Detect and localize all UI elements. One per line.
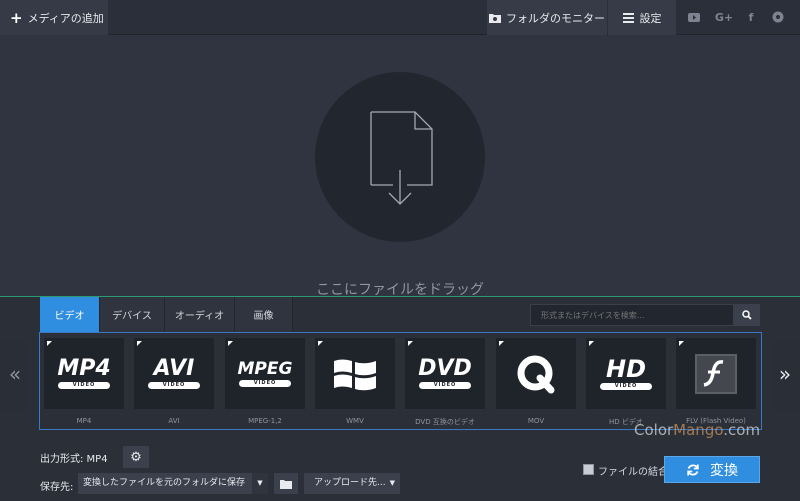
- drop-circle: [315, 72, 485, 242]
- output-format-label: 出力形式: MP4: [40, 454, 108, 465]
- folder-monitor-label: フォルダのモニター: [506, 11, 605, 25]
- file-drop-icon: [370, 111, 433, 205]
- chevron-down-icon: ▼: [389, 479, 395, 487]
- browse-folder-button[interactable]: [274, 473, 298, 494]
- output-settings-button[interactable]: ⚙: [123, 446, 149, 468]
- avi-logo: AVI VIDEO: [148, 358, 200, 389]
- tab-video-label: ビデオ: [54, 311, 85, 322]
- format-label: MOV: [527, 417, 545, 425]
- save-location-value: 変換したファイルを元のフォルダに保存: [83, 478, 246, 488]
- settings-label: 設定: [639, 11, 662, 25]
- chevron-down-icon: ▼: [252, 473, 268, 494]
- hd-logo: HD VIDEO: [600, 357, 652, 390]
- folder-monitor-button[interactable]: フォルダのモニター: [487, 0, 607, 35]
- windows-icon: [334, 359, 376, 390]
- folder-eye-icon: [489, 13, 501, 23]
- merge-files-label: ファイルの結合: [598, 467, 668, 478]
- format-tile-mpeg[interactable]: MPEG VIDEO: [225, 338, 305, 409]
- tab-images-label: 画像: [253, 311, 274, 322]
- flash-icon: [695, 353, 737, 394]
- format-tile-avi[interactable]: AVI VIDEO: [134, 338, 214, 409]
- format-label: MP4: [76, 417, 92, 425]
- format-label: AVI: [168, 417, 180, 425]
- convert-button[interactable]: 変換: [664, 456, 760, 483]
- format-tile-flv[interactable]: [676, 338, 756, 409]
- youtube-icon[interactable]: [686, 9, 702, 25]
- format-search-input[interactable]: [530, 304, 734, 326]
- vk-icon[interactable]: [770, 9, 786, 25]
- quicktime-icon: [517, 355, 555, 393]
- dvd-logo: DVD VIDEO: [418, 356, 472, 389]
- mpeg-logo: MPEG VIDEO: [237, 358, 293, 387]
- add-media-button[interactable]: + メディアの追加: [0, 0, 108, 35]
- scroll-right-button[interactable]: »: [770, 338, 800, 410]
- save-to-label: 保存先:: [40, 482, 74, 493]
- plus-icon: +: [10, 8, 23, 27]
- google-plus-icon[interactable]: G+: [714, 9, 734, 25]
- settings-button[interactable]: 設定: [608, 0, 676, 35]
- refresh-icon: [687, 464, 699, 475]
- scroll-left-button[interactable]: «: [0, 338, 30, 410]
- format-tile-mov[interactable]: [496, 338, 576, 409]
- search-icon: [742, 310, 752, 320]
- watermark: ColorMango.com: [634, 421, 761, 439]
- top-toolbar: + メディアの追加 フォルダのモニター 設定 G+ f: [0, 0, 800, 35]
- format-tile-wmv[interactable]: [315, 338, 395, 409]
- merge-files-checkbox[interactable]: [583, 464, 594, 475]
- format-label: WMV: [346, 417, 364, 425]
- upload-to-label: アップロード先...: [314, 478, 386, 488]
- drop-zone[interactable]: ここにファイルをドラッグ: [0, 36, 800, 298]
- convert-label: 変換: [710, 462, 738, 479]
- tab-video[interactable]: ビデオ: [40, 297, 100, 332]
- tab-audio-label: オーディオ: [174, 311, 225, 322]
- tab-images[interactable]: 画像: [235, 297, 293, 332]
- search-button[interactable]: [734, 304, 760, 326]
- mp4-logo: MP4 VIDEO: [57, 356, 111, 389]
- tab-devices-label: デバイス: [112, 311, 152, 322]
- gear-icon: ⚙: [130, 449, 142, 465]
- format-label: DVD 互換のビデオ: [415, 418, 475, 426]
- tab-audio[interactable]: オーディオ: [165, 297, 235, 332]
- upload-to-dropdown[interactable]: アップロード先... ▼: [304, 473, 400, 494]
- tab-devices[interactable]: デバイス: [100, 297, 165, 332]
- format-tile-mp4[interactable]: MP4 VIDEO: [44, 338, 124, 409]
- folder-icon: [280, 479, 292, 489]
- menu-icon: [622, 12, 634, 23]
- format-label: MPEG-1,2: [248, 417, 282, 425]
- format-tile-hd[interactable]: HD VIDEO: [586, 338, 666, 409]
- facebook-icon[interactable]: f: [743, 9, 759, 25]
- add-media-label: メディアの追加: [27, 11, 104, 25]
- format-tile-dvd[interactable]: DVD VIDEO: [405, 338, 485, 409]
- save-location-select[interactable]: 変換したファイルを元のフォルダに保存 ▼: [78, 473, 268, 494]
